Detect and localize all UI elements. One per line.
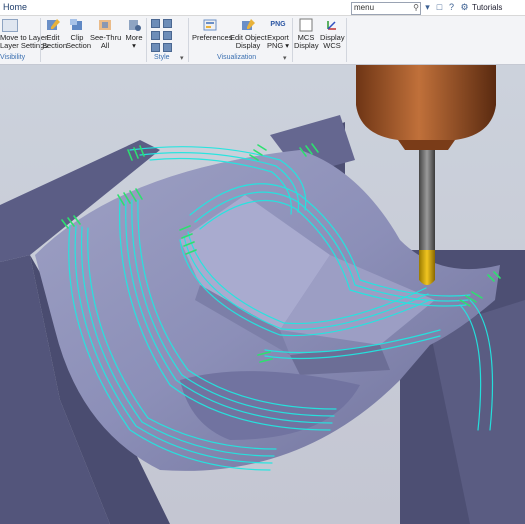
group-label-visibility: Visibility <box>0 54 26 61</box>
edit-object-display-label-2: Display <box>235 41 261 50</box>
style-studio-icon[interactable] <box>151 43 160 52</box>
group-separator <box>188 18 189 62</box>
chevron-down-icon[interactable]: ▾ <box>180 54 184 62</box>
mcs-icon <box>299 18 313 32</box>
tutorials-link[interactable]: Tutorials <box>472 3 502 12</box>
window-icon[interactable]: □ <box>434 2 445 13</box>
spindle-icon <box>356 65 496 105</box>
clip-section-label-2: Section <box>66 41 92 50</box>
tab-home[interactable]: Home <box>0 1 30 13</box>
tool-shank <box>419 150 435 250</box>
wcs-axis-icon <box>327 21 336 30</box>
preferences-icon <box>203 19 217 31</box>
group-separator <box>146 18 147 62</box>
clip-section-button[interactable]: Clip Section <box>66 18 92 50</box>
chevron-down-icon[interactable]: ▾ <box>422 2 433 13</box>
tool-tip <box>419 250 435 285</box>
edit-object-display-button[interactable]: Edit Object Display <box>230 18 267 50</box>
style-wireframe-icon[interactable] <box>151 31 160 40</box>
chevron-down-icon[interactable]: ▾ <box>283 54 287 62</box>
preferences-label: Preferences <box>192 33 233 42</box>
group-label-style: Style <box>154 54 170 61</box>
group-separator <box>40 18 41 62</box>
clip-section-icon <box>70 19 82 30</box>
layer-dropdown[interactable] <box>2 19 18 32</box>
group-label-visualization: Visualization <box>217 54 257 61</box>
edit-object-display-icon <box>242 19 255 30</box>
style-hidden-icon[interactable] <box>163 31 172 40</box>
title-bar: Home menu ⚲ ▾ □ ? ⚙ Tutorials <box>0 0 525 16</box>
chevron-down-icon: ▾ <box>132 41 136 50</box>
see-thru-all-button[interactable]: See-Thru All <box>90 18 121 50</box>
search-icon[interactable]: ⚲ <box>413 3 419 12</box>
edit-section-button[interactable]: Edit Section <box>42 18 68 50</box>
group-separator <box>292 18 293 62</box>
more-icon <box>129 20 141 31</box>
gear-icon[interactable]: ⚙ <box>459 2 470 13</box>
search-value: menu <box>354 3 375 12</box>
display-wcs-label-2: WCS <box>323 41 341 50</box>
mcs-display-label-2: Display <box>294 41 319 50</box>
more-button[interactable]: More ▾ <box>124 18 144 50</box>
search-input[interactable]: menu ⚲ <box>351 2 421 15</box>
png-icon: PNG <box>270 21 286 28</box>
style-edges-icon[interactable] <box>163 19 172 28</box>
ribbon: Move to Layer Layer Settings Visibility … <box>0 16 525 65</box>
style-face-icon[interactable] <box>163 43 172 52</box>
preferences-button[interactable]: Preferences <box>192 18 233 42</box>
export-png-button[interactable]: PNG Export PNG ▾ <box>266 18 290 50</box>
cam-scene <box>0 65 525 524</box>
graphics-viewport[interactable] <box>0 65 525 524</box>
mcs-display-button[interactable]: MCS Display <box>294 18 319 50</box>
see-thru-label-2: All <box>100 41 110 50</box>
help-icon[interactable]: ? <box>446 2 457 13</box>
style-shaded-icon[interactable] <box>151 19 160 28</box>
export-png-label-2: PNG ▾ <box>266 41 290 50</box>
edit-section-icon <box>47 19 60 30</box>
display-wcs-button[interactable]: Display WCS <box>320 18 345 50</box>
group-separator <box>346 18 347 62</box>
see-thru-icon <box>99 20 111 30</box>
edit-section-label-2: Section <box>42 41 68 50</box>
